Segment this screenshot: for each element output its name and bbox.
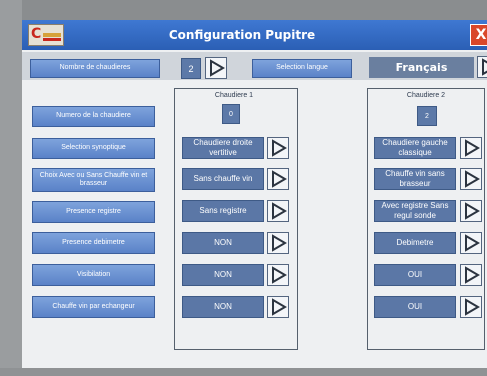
boiler-2-exchanger-value: OUI (374, 296, 456, 318)
menu-register-presence[interactable]: Presence registre (32, 201, 155, 223)
language-next-button[interactable] (477, 56, 487, 78)
language-value: Français (369, 57, 474, 78)
boiler-1-flowmeter-value: NON (182, 232, 264, 254)
boiler-1-wine-heater-value: Sans chauffe vin (182, 168, 264, 190)
boiler-2-title: Chaudiere 2 (406, 92, 446, 99)
close-button[interactable]: X (470, 24, 487, 46)
play-triangle-icon (482, 58, 487, 76)
boiler-1-exchanger-next-button[interactable] (267, 296, 289, 318)
boiler-1-register-next-button[interactable] (267, 200, 289, 222)
play-triangle-icon (465, 266, 480, 284)
menu-synoptic-selection[interactable]: Selection synoptique (32, 138, 155, 159)
screen: C Configuration Pupitre X Nombre de chau… (22, 20, 487, 368)
boiler-2-visibility-next-button[interactable] (460, 264, 482, 286)
menu-flowmeter-presence[interactable]: Presence debimetre (32, 232, 155, 254)
boiler-2-exchanger-next-button[interactable] (460, 296, 482, 318)
boiler-1-visibility-next-button[interactable] (267, 264, 289, 286)
boiler-2-synoptic-value: Chaudiere gauche classique (374, 137, 456, 159)
boiler-2-wine-heater-value: Chauffe vin sans brasseur (374, 168, 456, 190)
monitor-bezel-left (0, 0, 22, 376)
title-bar: C Configuration Pupitre X (22, 20, 487, 50)
boiler-1-title: Chaudiere 1 (214, 92, 254, 99)
monitor-bezel-bottom (0, 368, 487, 376)
play-triangle-icon (272, 298, 287, 316)
boiler-count-value: 2 (181, 58, 201, 79)
menu-wine-heater-brewer[interactable]: Choix Avec ou Sans Chauffe vin et brasse… (32, 168, 155, 192)
play-triangle-icon (465, 139, 480, 157)
play-triangle-icon (465, 202, 480, 220)
play-triangle-icon (272, 139, 287, 157)
language-label: Selection langue (252, 59, 352, 78)
boiler-2-number: 2 (417, 106, 437, 126)
boiler-2-register-next-button[interactable] (460, 200, 482, 222)
boiler-count-label: Nombre de chaudieres (30, 59, 160, 78)
boiler-2-visibility-value: OUI (374, 264, 456, 286)
play-triangle-icon (465, 234, 480, 252)
window-title: Configuration Pupitre (168, 28, 316, 42)
play-triangle-icon (272, 266, 287, 284)
menu-visibility[interactable]: Visibilation (32, 264, 155, 286)
menu-boiler-number[interactable]: Numero de la chaudiere (32, 106, 155, 127)
boiler-1-exchanger-value: NON (182, 296, 264, 318)
play-triangle-icon (465, 170, 480, 188)
boiler-count-next-button[interactable] (205, 57, 227, 79)
boiler-1-visibility-value: NON (182, 264, 264, 286)
boiler-1-flowmeter-next-button[interactable] (267, 232, 289, 254)
play-triangle-icon (272, 234, 287, 252)
monitor-bezel-top (0, 0, 487, 20)
boiler-2-flowmeter-value: Debimetre (374, 232, 456, 254)
boiler-2-synoptic-next-button[interactable] (460, 137, 482, 159)
boiler-2-wine-heater-next-button[interactable] (460, 168, 482, 190)
boiler-1-number: 0 (222, 104, 240, 124)
play-triangle-icon (272, 170, 287, 188)
boiler-1-register-value: Sans registre (182, 200, 264, 222)
menu-exchanger-wine-heater[interactable]: Chauffe vin par echangeur (32, 296, 155, 318)
boiler-2-register-value: Avec registre Sans regul sonde (374, 200, 456, 222)
boiler-2-flowmeter-next-button[interactable] (460, 232, 482, 254)
play-triangle-icon (272, 202, 287, 220)
boiler-1-synoptic-value: Chaudiere droite vertitive (182, 137, 264, 159)
boiler-1-synoptic-next-button[interactable] (267, 137, 289, 159)
play-triangle-icon (465, 298, 480, 316)
play-triangle-icon (210, 59, 225, 77)
boiler-1-wine-heater-next-button[interactable] (267, 168, 289, 190)
